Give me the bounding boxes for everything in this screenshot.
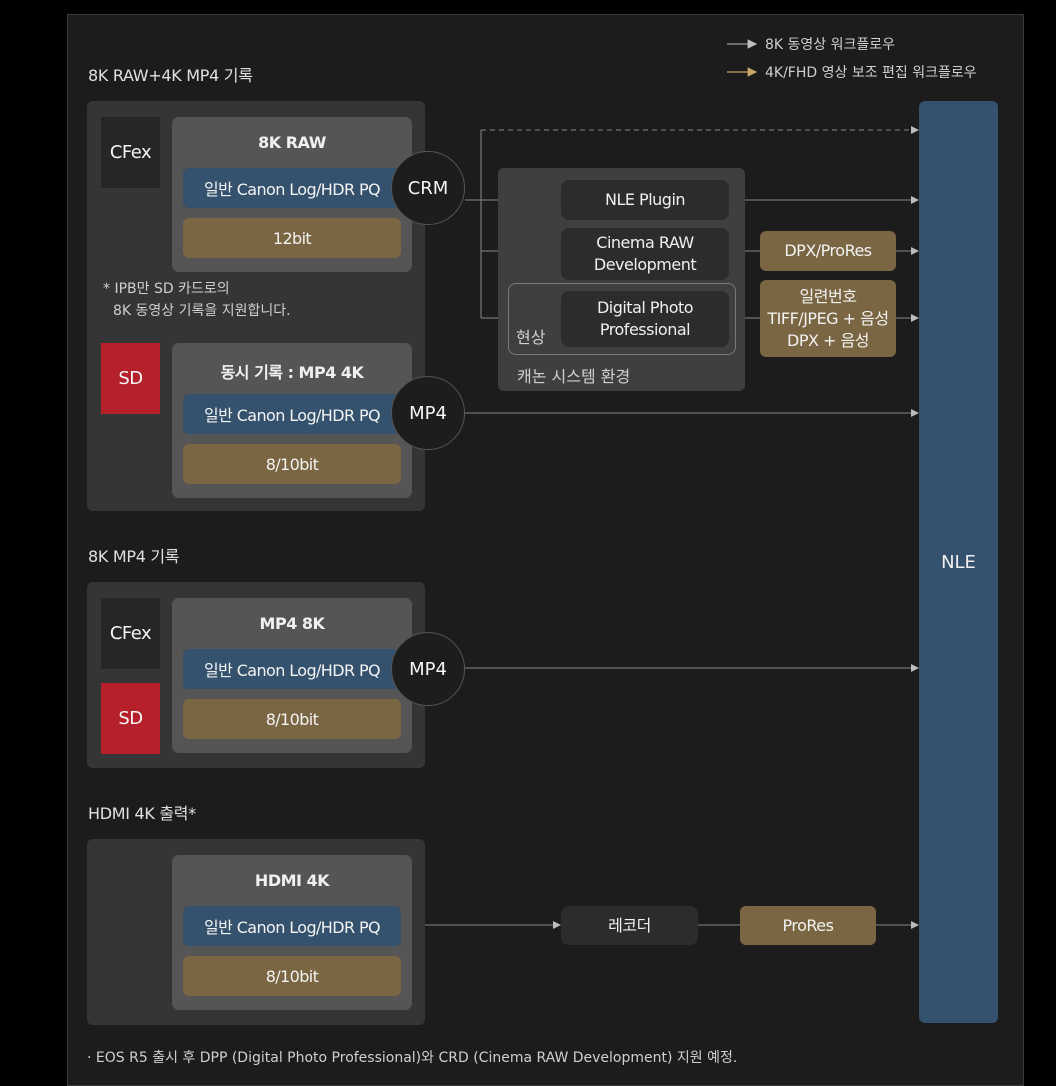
format-mp4: MP4 bbox=[391, 632, 465, 706]
node-cinema-raw-development: Cinema RAW Development bbox=[561, 228, 729, 280]
card-title: 동시 기록 : MP4 4K bbox=[220, 363, 364, 382]
format-crm: CRM bbox=[391, 151, 465, 225]
card-title: 8K RAW bbox=[258, 133, 326, 152]
card-mp4-4k: 동시 기록 : MP4 4K 일반 Canon Log/HDR PQ 8/10b… bbox=[172, 343, 412, 498]
node-recorder: 레코더 bbox=[561, 906, 698, 945]
profile-pill: 일반 Canon Log/HDR PQ bbox=[183, 168, 401, 208]
card-title: MP4 8K bbox=[259, 614, 325, 633]
output-serial-tiff-jpeg-dpx: 일련번호 TIFF/JPEG + 음성 DPX + 음성 bbox=[760, 280, 896, 357]
bit-depth-pill: 8/10bit bbox=[183, 956, 401, 996]
format-mp4: MP4 bbox=[391, 376, 465, 450]
media-cfex: CFex bbox=[101, 598, 160, 669]
node-digital-photo-professional: Digital Photo Professional bbox=[561, 291, 729, 347]
profile-pill: 일반 Canon Log/HDR PQ bbox=[183, 906, 401, 946]
note-line1: * IPB만 SD 카드로의 bbox=[103, 281, 230, 297]
media-cfex: CFex bbox=[101, 117, 160, 188]
profile-pill: 일반 Canon Log/HDR PQ bbox=[183, 394, 401, 434]
card-mp4-8k: MP4 8K 일반 Canon Log/HDR PQ 8/10bit bbox=[172, 598, 412, 753]
profile-pill: 일반 Canon Log/HDR PQ bbox=[183, 649, 401, 689]
footnote: · EOS R5 출시 후 DPP (Digital Photo Profess… bbox=[87, 1050, 738, 1066]
section-title-raw-mp4: 8K RAW+4K MP4 기록 bbox=[88, 66, 253, 85]
bit-depth-pill: 8/10bit bbox=[183, 699, 401, 739]
node-nle-plugin: NLE Plugin bbox=[561, 180, 729, 220]
output-dpx-prores: DPX/ProRes bbox=[760, 231, 896, 271]
section-title-mp4-8k: 8K MP4 기록 bbox=[88, 547, 180, 566]
media-sd: SD bbox=[101, 683, 160, 754]
legend-4k-workflow: 4K/FHD 영상 보조 편집 워크플로우 bbox=[765, 65, 977, 81]
develop-label: 현상 bbox=[516, 328, 546, 347]
media-sd: SD bbox=[101, 343, 160, 414]
note-line2: 8K 동영상 기록을 지원합니다. bbox=[113, 303, 291, 319]
card-8k-raw: 8K RAW 일반 Canon Log/HDR PQ 12bit bbox=[172, 117, 412, 272]
card-title: HDMI 4K bbox=[254, 871, 330, 890]
canon-system-label: 캐논 시스템 환경 bbox=[517, 367, 631, 386]
section-title-hdmi: HDMI 4K 출력* bbox=[88, 804, 196, 823]
bit-depth-pill: 12bit bbox=[183, 218, 401, 258]
output-prores: ProRes bbox=[740, 906, 876, 945]
bit-depth-pill: 8/10bit bbox=[183, 444, 401, 484]
legend-8k-workflow: 8K 동영상 워크플로우 bbox=[765, 37, 896, 53]
card-hdmi-4k: HDMI 4K 일반 Canon Log/HDR PQ 8/10bit bbox=[172, 855, 412, 1010]
nle-target: NLE bbox=[919, 101, 998, 1023]
